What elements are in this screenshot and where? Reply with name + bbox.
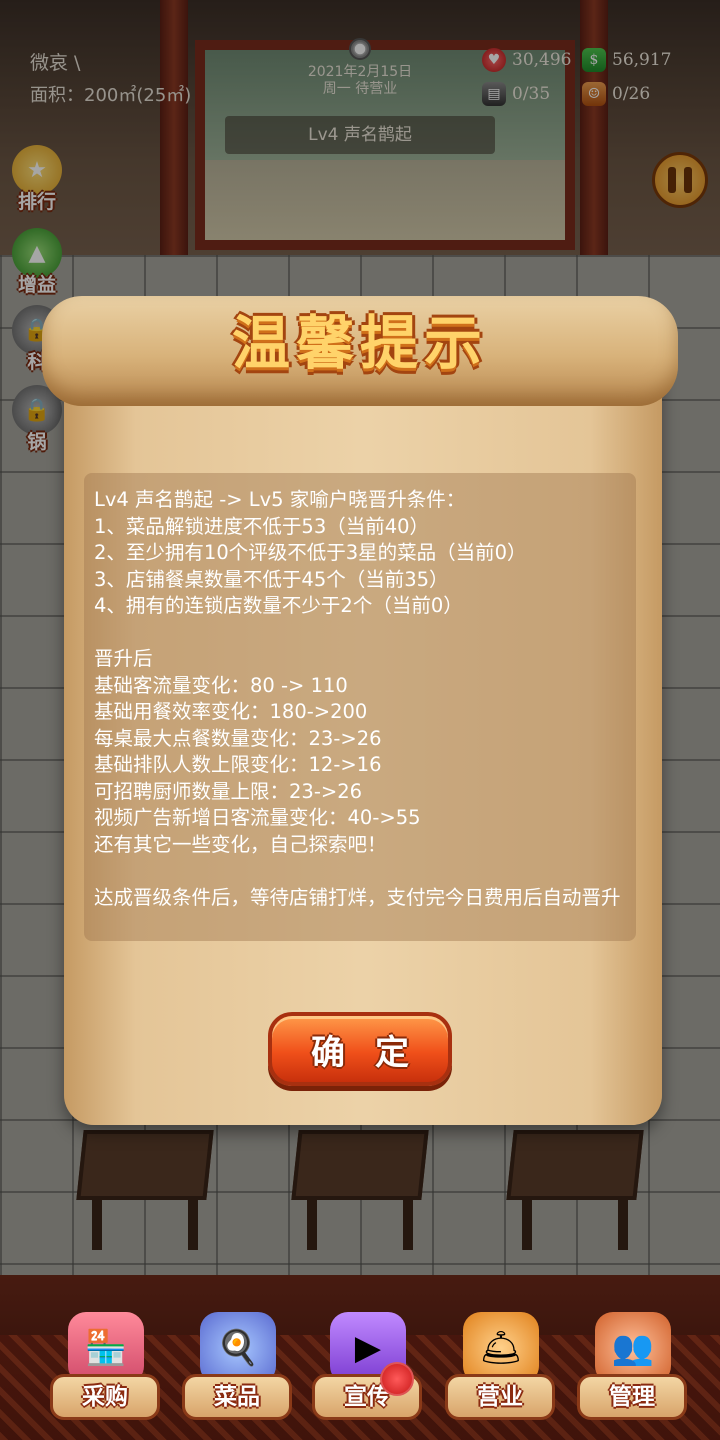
- bottom-nav: 🏪 采购 🍳 菜品 ▶ 宣传 🛎 营业 👥 管理: [0, 1306, 720, 1440]
- dialog-content: Lv4 声名鹊起 -> Lv5 家喻户晓晋升条件： 1、菜品解锁进度不低于53（…: [84, 473, 636, 941]
- nav-manage-label: 管理: [577, 1374, 687, 1420]
- change-item: 视频广告新增日客流量变化：40->55: [94, 806, 421, 829]
- dialog-title: 温馨提示: [231, 309, 488, 377]
- nav-manage[interactable]: 👥 管理: [577, 1306, 687, 1430]
- condition-item: 3、店铺餐桌数量不低于45个（当前35）: [94, 567, 449, 591]
- after-upgrade-header: 晋升后: [94, 647, 153, 670]
- nav-dishes-label: 菜品: [182, 1374, 292, 1420]
- change-item: 基础排队人数上限变化：12->16: [94, 753, 382, 776]
- change-item: 每桌最大点餐数量变化：23->26: [94, 726, 382, 750]
- change-item: 基础客流量变化：80 -> 110: [94, 673, 348, 697]
- change-item: 可招聘厨师数量上限：23->26: [94, 779, 363, 803]
- condition-item: 1、菜品解锁进度不低于53（当前40）: [94, 514, 430, 538]
- nav-business-label: 营业: [445, 1374, 555, 1420]
- condition-item: 2、至少拥有10个评级不低于3星的菜品（当前0）: [94, 541, 527, 564]
- confirm-button[interactable]: 确定: [268, 1012, 452, 1086]
- nav-purchase-label: 采购: [50, 1374, 160, 1420]
- nav-purchase[interactable]: 🏪 采购: [50, 1306, 160, 1430]
- condition-item: 4、拥有的连锁店数量不少于2个（当前0）: [94, 594, 463, 617]
- change-item: 基础用餐效率变化：180->200: [94, 700, 368, 723]
- upgrade-note: 达成晋级条件后，等待店铺打烊，支付完今日费用后自动晋升: [94, 885, 621, 909]
- nav-business[interactable]: 🛎 营业: [445, 1306, 555, 1430]
- nav-dishes[interactable]: 🍳 菜品: [182, 1306, 292, 1430]
- upgrade-header: Lv4 声名鹊起 -> Lv5 家喻户晓晋升条件：: [94, 488, 466, 511]
- change-item: 还有其它一些变化，自己探索吧！: [94, 832, 387, 856]
- notification-dot: [380, 1362, 414, 1396]
